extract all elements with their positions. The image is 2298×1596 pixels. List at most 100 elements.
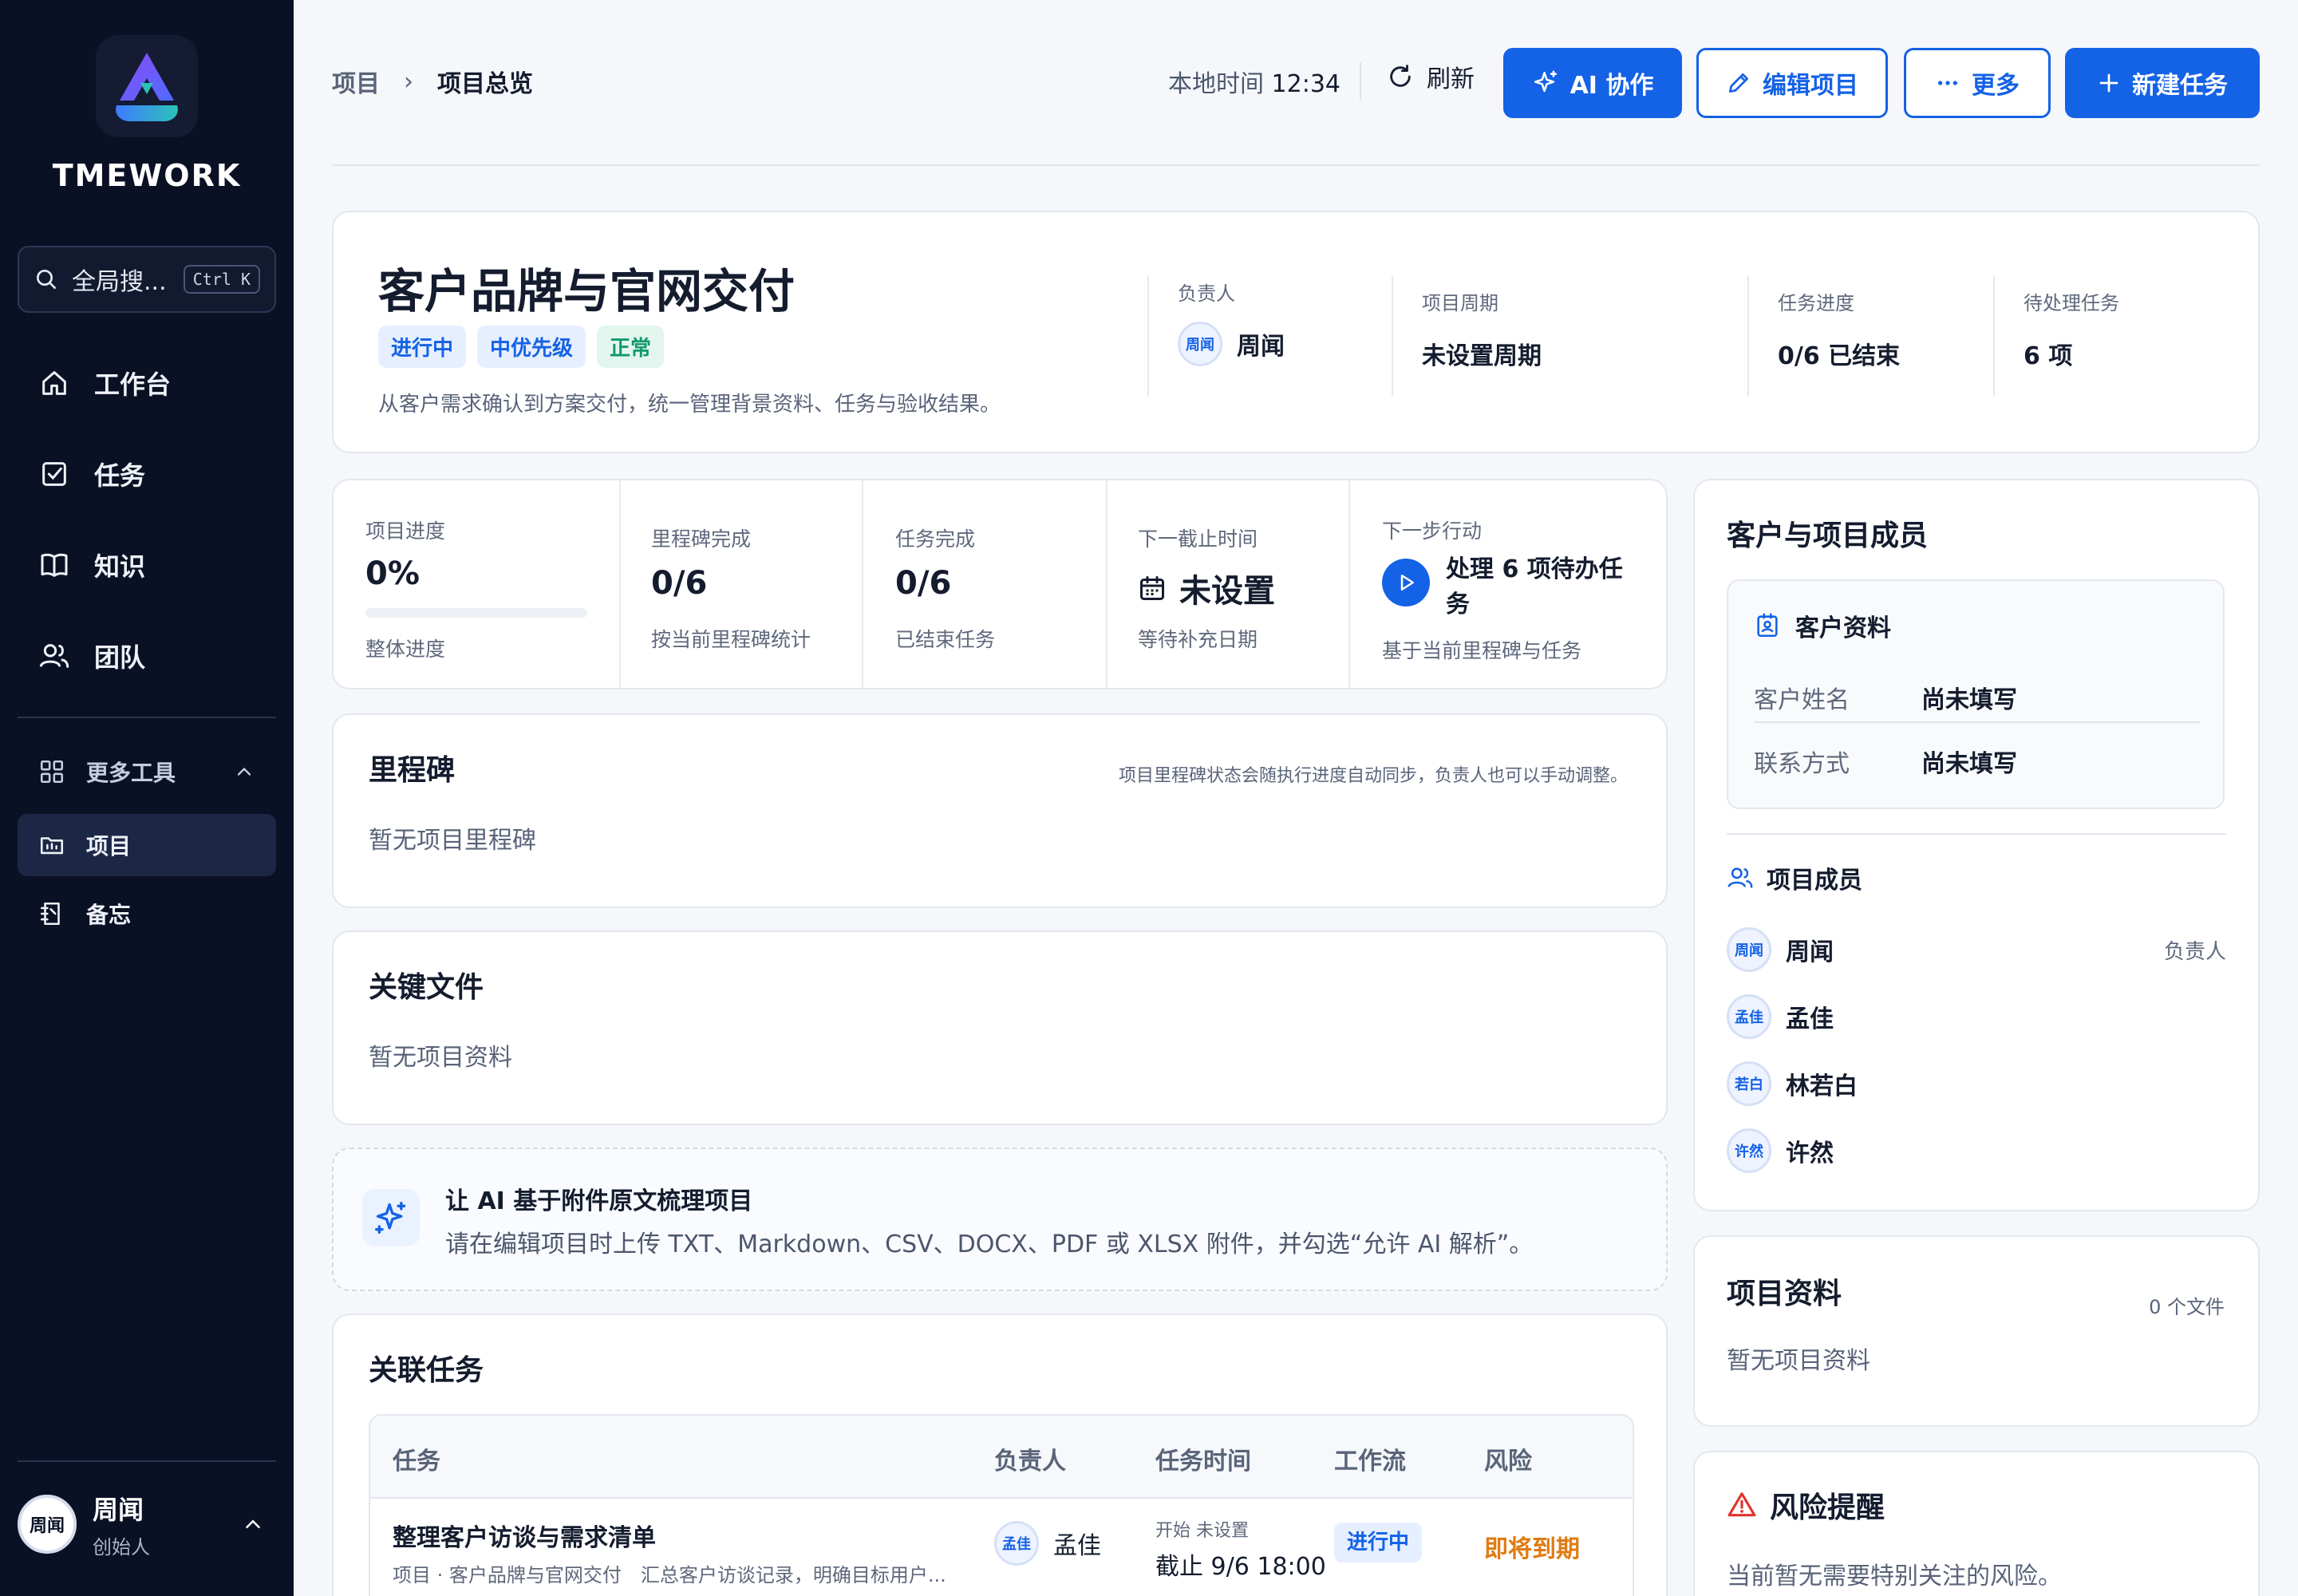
stat-sub: 基于当前里程碑与任务 bbox=[1382, 639, 1582, 662]
row-divider bbox=[1754, 721, 2201, 723]
member-item[interactable]: 孟佳 孟佳 bbox=[1727, 991, 2226, 1042]
nav-label: 工作台 bbox=[94, 369, 172, 400]
column-header[interactable]: 任务时间 bbox=[1155, 1441, 1251, 1476]
user-role: 创始人 bbox=[93, 1535, 150, 1558]
home-icon bbox=[42, 371, 66, 395]
refresh-icon bbox=[1390, 65, 1411, 87]
task-subtitle: 项目 · 客户品牌与官网交付 汇总客户访谈记录，明确目标用户... bbox=[393, 1564, 946, 1586]
project-files-card: 项目资料 0 个文件 暂无项目资料 bbox=[1693, 1235, 2260, 1427]
project-tags: 进行中 中优先级 正常 bbox=[378, 326, 665, 368]
table-row[interactable]: 整理客户访谈与需求清单 项目 · 客户品牌与官网交付 汇总客户访谈记录，明确目标… bbox=[370, 1499, 1633, 1594]
more-tools-toggle[interactable]: 更多工具 bbox=[18, 741, 276, 803]
client-members-title: 客户与项目成员 bbox=[1727, 519, 1929, 552]
stat-deadline: 下一截止时间 未设置 等待补充日期 bbox=[1138, 480, 1345, 688]
client-contact-row: 联系方式 尚未填写 bbox=[1754, 729, 2201, 793]
task-name[interactable]: 整理客户访谈与需求清单 bbox=[393, 1518, 656, 1553]
refresh-button[interactable]: 刷新 bbox=[1387, 59, 1475, 94]
members-title: 项目成员 bbox=[1767, 867, 1862, 895]
refresh-label: 刷新 bbox=[1427, 65, 1475, 93]
more-button[interactable]: 更多 bbox=[1904, 48, 2051, 118]
pending-value: 6 项 bbox=[2024, 342, 2073, 370]
owner-label: 负责人 bbox=[1178, 282, 1235, 305]
column-header[interactable]: 任务 bbox=[393, 1441, 440, 1476]
milestones-card: 里程碑 项目里程碑状态会随执行进度自动同步，负责人也可以手动调整。 暂无项目里程… bbox=[332, 713, 1668, 908]
grid-icon bbox=[40, 760, 64, 784]
ai-collab-button[interactable]: AI 协作 bbox=[1503, 48, 1682, 118]
avatar: 孟佳 bbox=[1727, 994, 1771, 1039]
risk-text: 当前暂无需要特别关注的风险。 bbox=[1727, 1562, 2062, 1590]
user-menu[interactable]: 周闻 周闻 创始人 bbox=[18, 1484, 276, 1564]
client-info-box: 客户资料 客户姓名 尚未填写 联系方式 尚未填写 bbox=[1727, 579, 2225, 809]
nav-label: 知识 bbox=[94, 551, 146, 582]
task-deadline: 截止 9/6 18:00 bbox=[1155, 1553, 1326, 1581]
contact-card-icon bbox=[1757, 613, 1778, 638]
member-name: 周闻 bbox=[1786, 938, 1834, 966]
member-item[interactable]: 若白 林若白 bbox=[1727, 1058, 2226, 1109]
stat-next-action[interactable]: 下一步行动 处理 6 项待办任务 基于当前里程碑与任务 bbox=[1382, 480, 1645, 688]
member-item[interactable]: 许然 许然 bbox=[1727, 1125, 2226, 1176]
client-members-card: 客户与项目成员 客户资料 客户姓名 尚未填写 联系方式 尚未填写 项目成员 周闻… bbox=[1693, 479, 2260, 1211]
project-files-empty: 暂无项目资料 bbox=[1727, 1347, 1870, 1375]
stat-label: 项目进度 bbox=[365, 519, 446, 543]
brand-logo[interactable] bbox=[96, 35, 198, 137]
calendar-icon bbox=[1140, 576, 1164, 600]
avatar: 周闻 bbox=[18, 1495, 77, 1554]
sidebar-divider bbox=[18, 717, 276, 718]
nav-item-tasks[interactable]: 任务 bbox=[18, 442, 276, 506]
column-header[interactable]: 负责人 bbox=[994, 1441, 1066, 1476]
book-icon bbox=[41, 553, 68, 577]
period-value: 未设置周期 bbox=[1422, 342, 1542, 370]
new-task-button[interactable]: 新建任务 bbox=[2065, 48, 2260, 118]
status-badge: 进行中 bbox=[378, 326, 467, 368]
stat-value: 处理 6 项待办任务 bbox=[1446, 555, 1623, 618]
breadcrumb-current: 项目总览 bbox=[437, 70, 533, 98]
nav-item-workbench[interactable]: 工作台 bbox=[18, 351, 276, 415]
stat-divider bbox=[862, 480, 863, 688]
member-item[interactable]: 周闻 周闻 负责人 bbox=[1727, 924, 2226, 975]
milestones-note: 项目里程碑状态会随执行进度自动同步，负责人也可以手动调整。 bbox=[1118, 766, 1628, 786]
tool-item-projects[interactable]: 项目 bbox=[18, 814, 276, 876]
key-files-empty: 暂无项目资料 bbox=[369, 1044, 512, 1072]
warning-icon bbox=[1727, 1492, 1756, 1517]
edit-project-button[interactable]: 编辑项目 bbox=[1696, 48, 1888, 118]
tool-item-memo[interactable]: 备忘 bbox=[18, 883, 276, 945]
stats-card: 项目进度 0% 整体进度 里程碑完成 0/6 按当前里程碑统计 任务完成 0/6… bbox=[332, 479, 1668, 689]
progress-info: 任务进度 0/6 已结束 bbox=[1747, 276, 1993, 396]
nav-item-knowledge[interactable]: 知识 bbox=[18, 533, 276, 597]
nav-item-team[interactable]: 团队 bbox=[18, 624, 276, 688]
column-header[interactable]: 工作流 bbox=[1334, 1441, 1406, 1476]
table-header: 任务 负责人 任务时间 工作流 风险 bbox=[370, 1416, 1633, 1499]
stat-label: 里程碑完成 bbox=[651, 527, 752, 551]
pending-info: 待处理任务 6 项 bbox=[1993, 276, 2225, 396]
stat-sub: 整体进度 bbox=[365, 638, 446, 661]
chevron-right-icon: › bbox=[404, 67, 413, 96]
sparkles-icon bbox=[1534, 70, 1557, 93]
stat-label: 任务完成 bbox=[895, 527, 976, 551]
project-summary-card: 客户品牌与官网交付 进行中 中优先级 正常 从客户需求确认到方案交付，统一管理背… bbox=[332, 211, 2260, 453]
owner-info: 负责人 周闻 周闻 bbox=[1147, 276, 1392, 396]
risk-title: 风险提醒 bbox=[1770, 1491, 1885, 1524]
breadcrumb-projects[interactable]: 项目 bbox=[332, 64, 380, 99]
column-header[interactable]: 风险 bbox=[1484, 1441, 1532, 1476]
stat-sub: 已结束任务 bbox=[895, 628, 996, 651]
stat-value: 0% bbox=[365, 555, 420, 592]
contact-value: 尚未填写 bbox=[1921, 750, 2017, 778]
chevron-up-icon bbox=[246, 1519, 260, 1528]
client-name-label: 客户姓名 bbox=[1754, 686, 1850, 714]
pencil-icon bbox=[1729, 73, 1748, 93]
file-count: 0 个文件 bbox=[2149, 1296, 2225, 1318]
clock-label: 本地时间 bbox=[1168, 70, 1264, 98]
search-icon bbox=[37, 270, 56, 289]
progress-bar bbox=[365, 608, 587, 618]
global-search[interactable]: 全局搜... Ctrl K bbox=[18, 246, 276, 313]
ai-hint-desc: 请在编辑项目时上传 TXT、Markdown、CSV、DOCX、PDF 或 XL… bbox=[445, 1231, 1534, 1258]
header-separator bbox=[332, 164, 2260, 166]
folder-icon bbox=[40, 837, 64, 855]
stat-sub: 按当前里程碑统计 bbox=[651, 628, 811, 651]
progress-label: 任务进度 bbox=[1778, 292, 1854, 314]
users-icon bbox=[39, 644, 69, 668]
client-name-row: 客户姓名 尚未填写 bbox=[1754, 666, 2201, 729]
risk-badge: 即将到期 bbox=[1484, 1535, 1580, 1563]
task-owner: 孟佳 bbox=[1053, 1532, 1101, 1560]
period-label: 项目周期 bbox=[1422, 292, 1498, 314]
